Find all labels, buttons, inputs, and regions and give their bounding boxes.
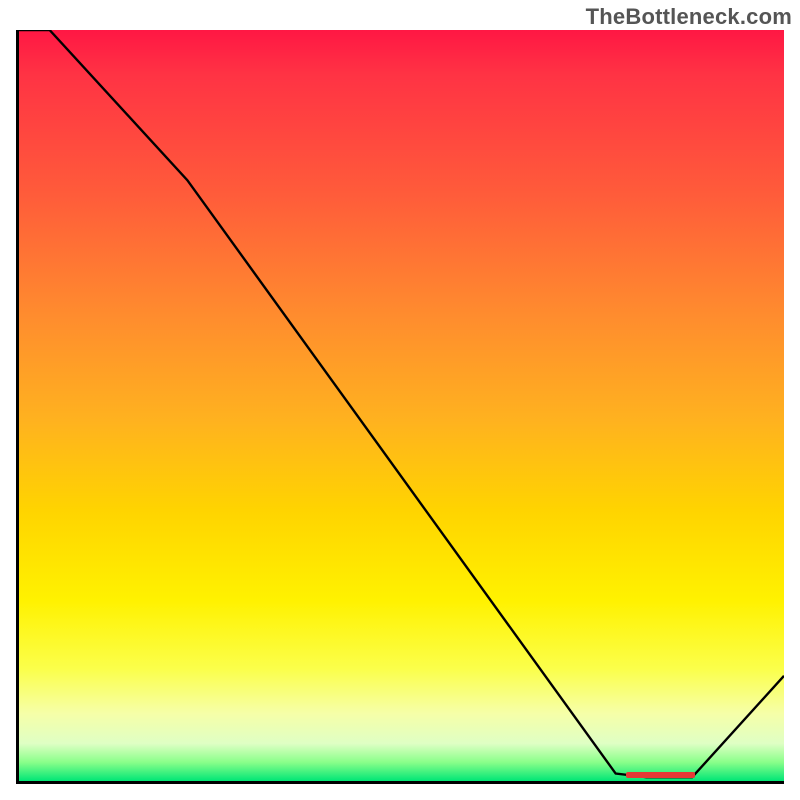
watermark-text: TheBottleneck.com xyxy=(586,4,792,30)
optimal-range-marker xyxy=(626,772,695,778)
curve-path xyxy=(19,30,784,777)
chart-container: TheBottleneck.com xyxy=(0,0,800,800)
plot-area xyxy=(16,30,784,784)
bottleneck-curve xyxy=(19,30,784,781)
